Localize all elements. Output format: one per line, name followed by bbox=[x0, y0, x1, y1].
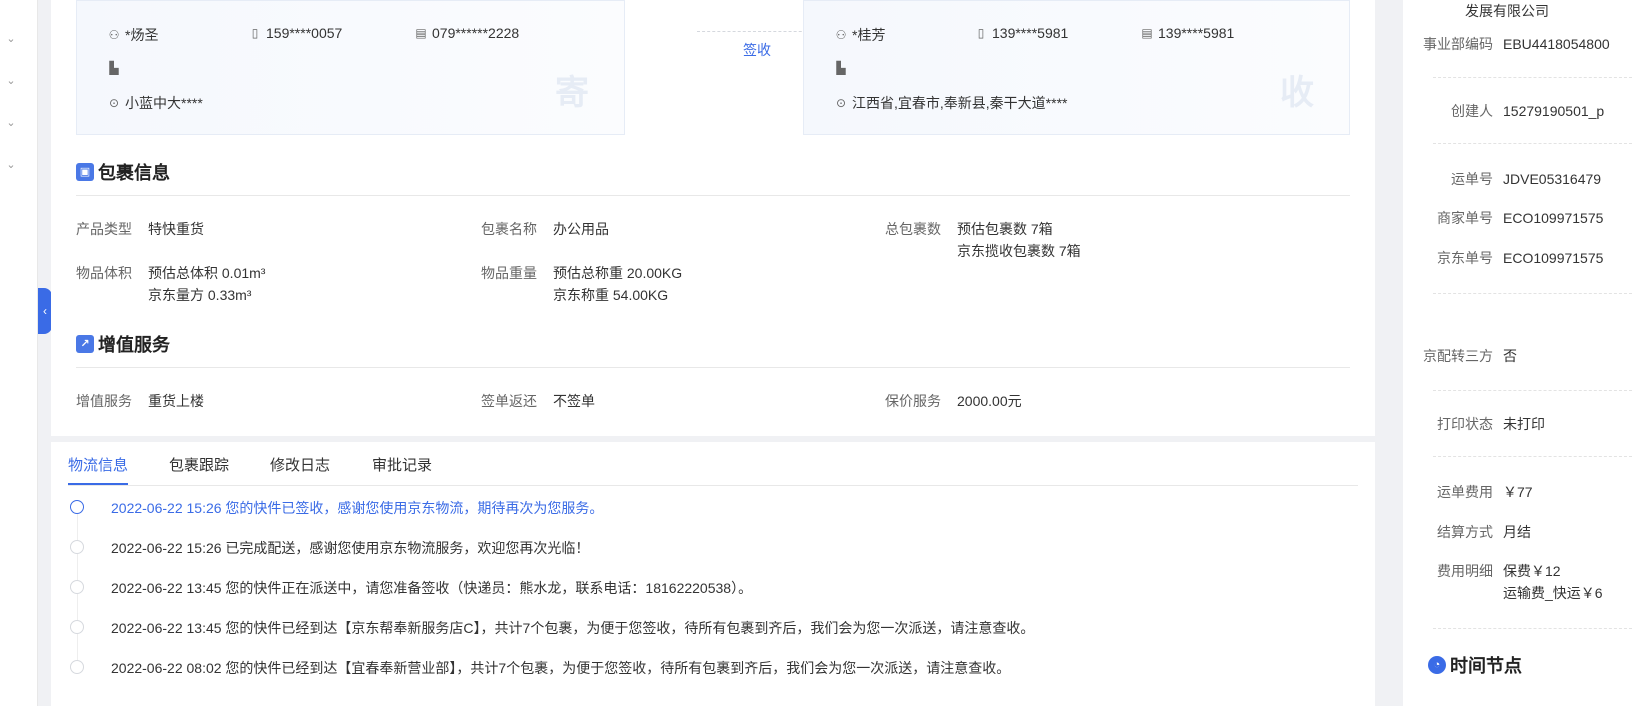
chevron-down-icon[interactable]: ⌄ bbox=[4, 74, 18, 88]
sign-status-link[interactable]: 签收 bbox=[697, 40, 817, 60]
person-icon: ⚇ bbox=[835, 28, 847, 42]
receiver-name-row: ⚇ *桂芳 bbox=[834, 25, 886, 45]
timeline-dot bbox=[70, 500, 84, 514]
location-icon: ⊙ bbox=[108, 96, 120, 110]
timeline-dot bbox=[70, 580, 84, 594]
value-added-service-field: 增值服务 重货上楼 bbox=[76, 393, 204, 409]
divider bbox=[1433, 143, 1632, 144]
tab-bar: 物流信息 包裹跟踪 修改日志 审批记录 bbox=[68, 442, 1358, 486]
volume-field: 物品体积 预估总体积 0.01m³ 京东量方 0.33m³ bbox=[76, 265, 266, 303]
timeline-item: 2022-06-22 13:45 您的快件正在派送中，请您准备签收（快递员：熊水… bbox=[68, 570, 1338, 620]
sender-badge: 寄 bbox=[555, 74, 589, 112]
chevron-left-icon: ‹ bbox=[43, 304, 47, 318]
sender-company-row: ▙ bbox=[107, 61, 125, 75]
sender-mobile-row: ▯ 159****0057 bbox=[248, 25, 343, 41]
weight-field: 物品重量 预估总称重 20.00KG 京东称重 54.00KG bbox=[481, 265, 683, 303]
summary-row: 结算方式 月结 bbox=[1437, 524, 1531, 540]
timeline-item: 2022-06-22 15:26 您的快件已签收，感谢您使用京东物流，期待再次为… bbox=[68, 490, 1338, 540]
timeline-dot bbox=[70, 540, 84, 554]
sender-card: ⚇ *炀圣 ▯ 159****0057 ▤ 079******2228 ▙ ⊙ … bbox=[76, 0, 625, 135]
package-section-title: ▣ 包裹信息 bbox=[76, 159, 170, 185]
receiver-phone-row: ▤ 139****5981 bbox=[1140, 25, 1234, 41]
receiver-mobile: 139****5981 bbox=[992, 25, 1069, 41]
receiver-phone: 139****5981 bbox=[1158, 25, 1235, 41]
person-icon: ⚇ bbox=[108, 28, 120, 42]
value-added-section-title: ↗ 增值服务 bbox=[76, 331, 170, 357]
receiver-address: 江西省,宜春市,奉新县,秦干大道**** bbox=[852, 95, 1068, 111]
company-name: 发展有限公司 bbox=[1465, 3, 1549, 19]
chevron-down-icon[interactable]: ⌄ bbox=[4, 116, 18, 130]
receiver-address-row: ⊙ 江西省,宜春市,奉新县,秦干大道**** bbox=[834, 93, 1068, 113]
divider bbox=[1433, 390, 1632, 391]
timeline-item: 2022-06-22 08:02 您的快件已经到达【宜春奉新营业部】，共计7个包… bbox=[68, 650, 1338, 690]
phone-icon: ▤ bbox=[415, 26, 427, 40]
receiver-card: ⚇ *桂芳 ▯ 139****5981 ▤ 139****5981 ▙ ⊙ 江西… bbox=[803, 0, 1350, 135]
phone-icon: ▤ bbox=[1141, 26, 1153, 40]
timeline-dot bbox=[70, 620, 84, 634]
summary-row: 京东单号 ECO109971575 bbox=[1437, 250, 1604, 266]
left-sidebar: ⌄ ⌄ ⌄ ⌄ bbox=[0, 0, 38, 706]
tab-change-log[interactable]: 修改日志 bbox=[270, 454, 330, 475]
sender-phone-row: ▤ 079******2228 bbox=[414, 25, 519, 41]
receiver-mobile-row: ▯ 139****5981 bbox=[974, 25, 1069, 41]
clock-icon: ◔ bbox=[1428, 656, 1446, 674]
receiver-name: *桂芳 bbox=[852, 27, 886, 43]
package-name-field: 包裹名称 办公用品 bbox=[481, 221, 609, 237]
chevron-down-icon[interactable]: ⌄ bbox=[4, 158, 18, 172]
tab-package-tracking[interactable]: 包裹跟踪 bbox=[169, 454, 229, 475]
building-icon: ▙ bbox=[109, 61, 119, 75]
trend-icon: ↗ bbox=[76, 335, 94, 353]
summary-row: 费用明细 保费￥12 运输费_快运￥6 bbox=[1437, 563, 1603, 601]
chevron-down-icon[interactable]: ⌄ bbox=[4, 32, 18, 46]
divider bbox=[76, 195, 1350, 196]
collapse-sidebar-button[interactable]: ‹ bbox=[38, 288, 52, 334]
summary-row: 运单号 JDVE05316479 bbox=[1451, 171, 1602, 187]
sender-phone: 079******2228 bbox=[432, 25, 520, 41]
tab-approval-records[interactable]: 审批记录 bbox=[372, 454, 432, 475]
summary-row: 事业部编码 EBU4418054800 bbox=[1423, 36, 1610, 52]
location-icon: ⊙ bbox=[835, 96, 847, 110]
sender-name: *炀圣 bbox=[125, 27, 159, 43]
route-line bbox=[697, 31, 817, 32]
mobile-icon: ▯ bbox=[977, 26, 985, 40]
timeline-dot bbox=[70, 660, 84, 674]
summary-row: 创建人 15279190501_p bbox=[1451, 103, 1605, 119]
total-packages-field: 总包裹数 预估包裹数 7箱 京东揽收包裹数 7箱 bbox=[885, 221, 1081, 259]
divider bbox=[1433, 77, 1632, 78]
sender-address-row: ⊙ 小蓝中大**** bbox=[107, 93, 203, 113]
package-icon: ▣ bbox=[76, 163, 94, 181]
receiver-company-row: ▙ bbox=[834, 61, 852, 75]
active-tab-indicator bbox=[68, 483, 128, 485]
order-summary-panel: 发展有限公司 事业部编码 EBU4418054800 创建人 152791905… bbox=[1403, 0, 1632, 706]
summary-row: 打印状态 未打印 bbox=[1437, 416, 1545, 432]
building-icon: ▙ bbox=[836, 61, 846, 75]
timeline-item: 2022-06-22 15:26 已完成配送，感谢您使用京东物流服务，欢迎您再次… bbox=[68, 530, 1338, 580]
logistics-tab-panel: 物流信息 包裹跟踪 修改日志 审批记录 2022-06-22 15:26 您的快… bbox=[51, 442, 1375, 706]
sender-name-row: ⚇ *炀圣 bbox=[107, 25, 159, 45]
insurance-field: 保价服务 2000.00元 bbox=[885, 393, 1022, 409]
summary-row: 商家单号 ECO109971575 bbox=[1437, 210, 1604, 226]
summary-row: 京配转三方 否 bbox=[1423, 348, 1517, 364]
mobile-icon: ▯ bbox=[251, 26, 259, 40]
order-detail-card: ⚇ *炀圣 ▯ 159****0057 ▤ 079******2228 ▙ ⊙ … bbox=[51, 0, 1375, 436]
timeline-item: 2022-06-22 13:45 您的快件已经到达【京东帮奉新服务店C】，共计7… bbox=[68, 610, 1338, 660]
sign-return-field: 签单返还 不签单 bbox=[481, 393, 595, 409]
summary-row: 运单费用 ￥77 bbox=[1437, 484, 1533, 500]
divider bbox=[1433, 628, 1632, 629]
divider bbox=[1433, 293, 1632, 294]
divider bbox=[1433, 456, 1632, 457]
time-nodes-title: ◔ 时间节点 bbox=[1428, 652, 1522, 678]
tab-logistics[interactable]: 物流信息 bbox=[68, 454, 128, 475]
product-type-field: 产品类型 特快重货 bbox=[76, 221, 204, 237]
divider bbox=[76, 367, 1350, 368]
sender-address: 小蓝中大**** bbox=[125, 95, 203, 111]
receiver-badge: 收 bbox=[1280, 74, 1314, 112]
sender-mobile: 159****0057 bbox=[266, 25, 343, 41]
